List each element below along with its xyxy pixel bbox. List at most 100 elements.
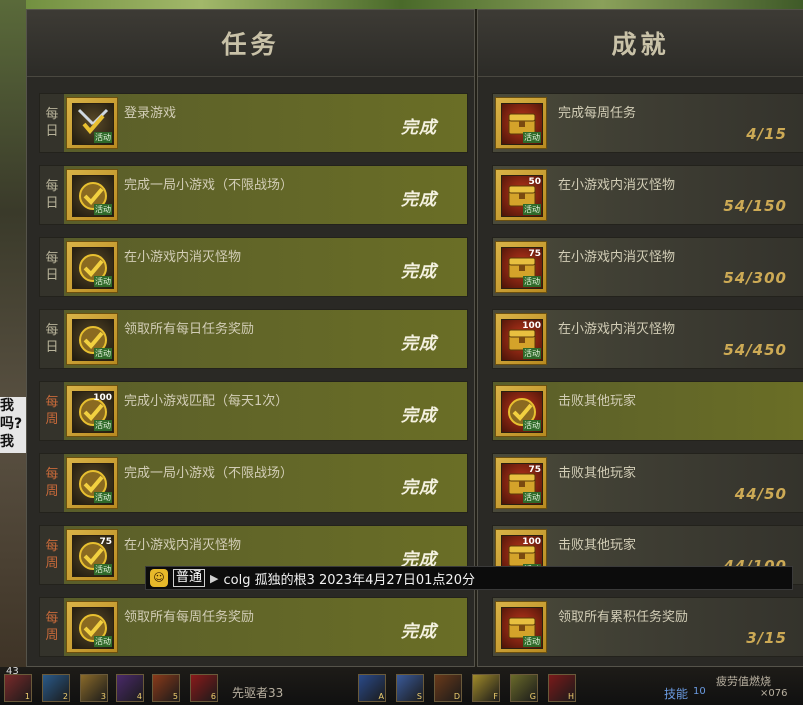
frequency-char: 每 [45, 179, 59, 194]
achievements-icon-frame[interactable]: 50 活动 [495, 169, 547, 221]
hotkey-label: 6 [210, 692, 216, 701]
achievement-row[interactable]: 100 活动 在小游戏内消灭怪物 54/450 [492, 309, 803, 369]
chat-channel[interactable]: 普通 [173, 569, 206, 587]
tasks-icon-frame[interactable]: 75 活动 [66, 529, 118, 581]
icon-tag: 活动 [94, 420, 112, 431]
achievement-label: 领取所有累积任务奖励 [558, 610, 689, 625]
achievement-progress: 54/450 [723, 341, 787, 359]
check-badge-icon: 活动 [72, 247, 114, 289]
frequency-char: 每 [45, 251, 59, 266]
frequency-char: 每 [45, 539, 59, 554]
icon-count: 100 [522, 321, 541, 331]
tasks-icon-frame[interactable]: 活动 [66, 169, 118, 221]
frequency-char: 每 [45, 107, 59, 122]
tasks-icon-frame[interactable]: 活动 [66, 241, 118, 293]
achievements-icon-frame[interactable]: 100 活动 [495, 313, 547, 365]
smiley-icon: ☺ [150, 569, 168, 587]
skill-slot[interactable]: H [548, 674, 576, 702]
tasks-icon-frame[interactable]: 活动 [66, 313, 118, 365]
skill-slot[interactable]: 4 [116, 674, 144, 702]
hotkey-label: 4 [136, 692, 142, 701]
tasks-icon-frame[interactable]: 活动 [66, 97, 118, 149]
play-icon: ▶ [210, 571, 219, 585]
achievements-icon-frame[interactable]: 活动 [495, 601, 547, 653]
icon-count: 100 [93, 393, 112, 403]
speech-bubble: 我 吗? 我 [0, 397, 26, 453]
task-status: 完成 [401, 118, 437, 138]
achievements-icon-frame[interactable]: 活动 [495, 97, 547, 149]
frequency-char: 日 [45, 340, 59, 355]
frequency-label: 每周 [40, 382, 64, 440]
fatigue-status: 疲劳值燃烧 [716, 675, 771, 688]
chest-icon: 75 活动 [501, 247, 543, 289]
chat-text: colg 孤独的根3 2023年4月27日01点20分 [223, 572, 475, 588]
achievement-row[interactable]: 活动 击败其他玩家 [492, 381, 803, 441]
achievements-icon-frame[interactable]: 75 活动 [495, 241, 547, 293]
tasks-header: 任务 [27, 10, 474, 77]
skill-slot[interactable]: 3 [80, 674, 108, 702]
skill-slot[interactable]: 6 [190, 674, 218, 702]
frequency-label: 每周 [40, 598, 64, 656]
task-row[interactable]: 每日活动 完成一局小游戏（不限战场） 完成 [39, 165, 468, 225]
task-label: 领取所有每周任务奖励 [124, 610, 255, 625]
tasks-icon-frame[interactable]: 活动 [66, 601, 118, 653]
frequency-char: 周 [45, 628, 59, 643]
item-count: ×076 [760, 688, 788, 699]
icon-tag: 活动 [523, 492, 541, 503]
achievement-row[interactable]: 50 活动 在小游戏内消灭怪物 54/150 [492, 165, 803, 225]
tasks-icon-frame[interactable]: 100 活动 [66, 385, 118, 437]
achievement-label: 完成每周任务 [558, 106, 637, 121]
skill-slot[interactable]: D [434, 674, 462, 702]
achievement-label: 击败其他玩家 [558, 394, 637, 409]
icon-count: 50 [528, 177, 541, 187]
game-scene-top [0, 0, 803, 9]
chest-icon: 100 活动 [501, 319, 543, 361]
chest-icon: 活动 [501, 103, 543, 145]
frequency-label: 每日 [40, 310, 64, 368]
skill-slot[interactable]: 2 [42, 674, 70, 702]
icon-count: 75 [528, 465, 541, 475]
achievement-row[interactable]: 75 活动 在小游戏内消灭怪物 54/300 [492, 237, 803, 297]
task-status: 完成 [401, 478, 437, 498]
frequency-char: 周 [45, 412, 59, 427]
frequency-label: 每日 [40, 238, 64, 296]
hotkey-label: G [529, 692, 536, 701]
player-name: 先驱者33 [232, 686, 284, 700]
achievements-icon-frame[interactable]: 活动 [495, 385, 547, 437]
check-badge-icon: 活动 [72, 319, 114, 361]
chat-message[interactable]: ☺ 普通 ▶ colg 孤独的根3 2023年4月27日01点20分 [145, 566, 793, 590]
sword-check-icon: 活动 [72, 103, 114, 145]
achievement-row[interactable]: 活动 完成每周任务 4/15 [492, 93, 803, 153]
achievement-progress: 54/150 [723, 197, 787, 215]
achievement-row[interactable]: 活动 领取所有累积任务奖励 3/15 [492, 597, 803, 657]
task-row[interactable]: 每周 100 活动 完成小游戏匹配（每天1次） 完成 [39, 381, 468, 441]
icon-tag: 活动 [94, 348, 112, 359]
task-row[interactable]: 每周活动 领取所有每周任务奖励 完成 [39, 597, 468, 657]
icon-tag: 活动 [94, 276, 112, 287]
task-label: 在小游戏内消灭怪物 [124, 538, 242, 553]
check-badge-icon: 活动 [72, 607, 114, 649]
icon-tag: 活动 [523, 204, 541, 215]
skill-slot[interactable]: 1 [4, 674, 32, 702]
skill-slot[interactable]: S [396, 674, 424, 702]
achievement-progress: 4/15 [746, 125, 787, 143]
hotkey-label: F [493, 692, 498, 701]
task-status: 完成 [401, 262, 437, 282]
skill-label[interactable]: 技能 [664, 685, 688, 702]
task-row[interactable]: 每日活动 登录游戏 完成 [39, 93, 468, 153]
skill-slot[interactable]: A [358, 674, 386, 702]
skill-slot[interactable]: G [510, 674, 538, 702]
achievements-icon-frame[interactable]: 75 活动 [495, 457, 547, 509]
task-row[interactable]: 每日活动 领取所有每日任务奖励 完成 [39, 309, 468, 369]
icon-count: 100 [522, 537, 541, 547]
achievement-row[interactable]: 75 活动 击败其他玩家 44/50 [492, 453, 803, 513]
achievement-progress: 54/300 [723, 269, 787, 287]
skill-slot[interactable]: F [472, 674, 500, 702]
icon-tag: 活动 [94, 564, 112, 575]
task-row[interactable]: 每日活动 在小游戏内消灭怪物 完成 [39, 237, 468, 297]
tasks-icon-frame[interactable]: 活动 [66, 457, 118, 509]
achievement-progress: 44/50 [734, 485, 787, 503]
task-row[interactable]: 每周活动 完成一局小游戏（不限战场） 完成 [39, 453, 468, 513]
skill-slot[interactable]: 5 [152, 674, 180, 702]
frequency-label: 每周 [40, 526, 64, 584]
